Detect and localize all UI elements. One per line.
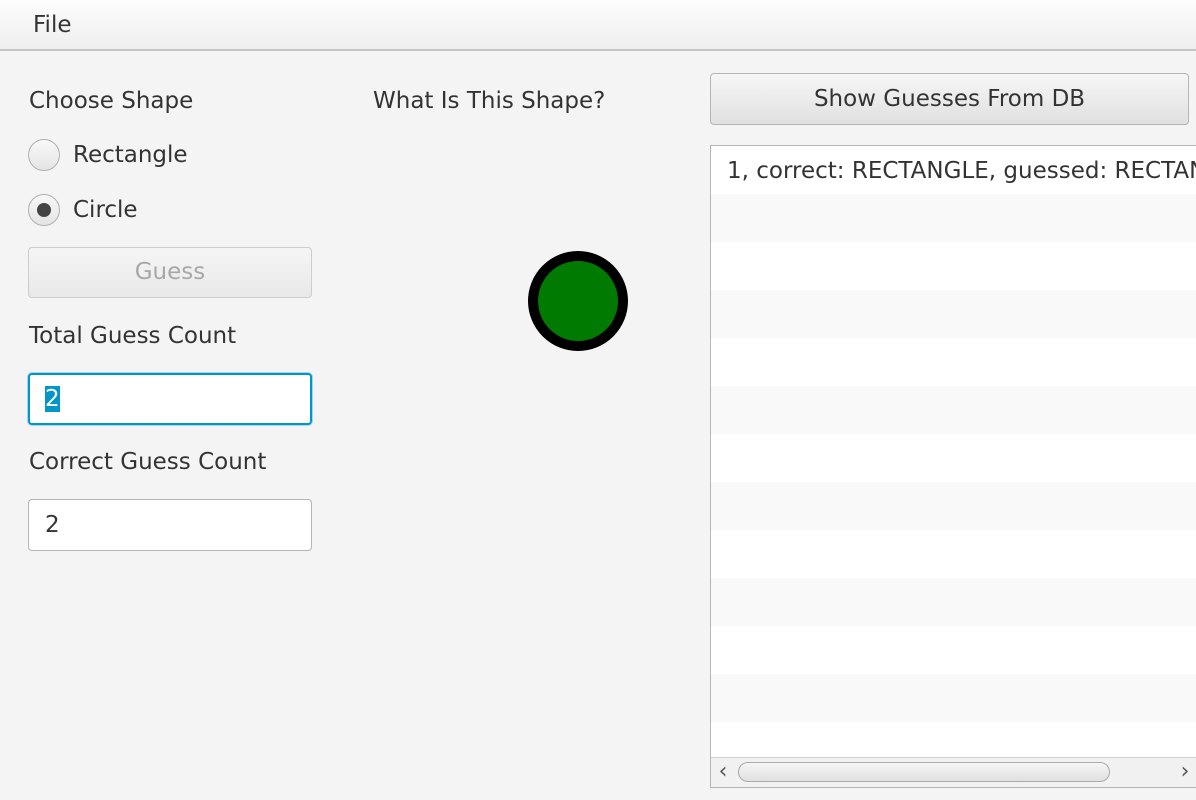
guesses-list-rows: 1, correct: RECTANGLE, guessed: RECTANGL… bbox=[711, 146, 1196, 770]
list-item[interactable] bbox=[711, 242, 1196, 290]
radio-circle[interactable]: Circle bbox=[28, 193, 138, 227]
radio-circle-label: Circle bbox=[73, 197, 138, 223]
radio-rectangle-indicator[interactable] bbox=[28, 139, 60, 171]
list-item[interactable] bbox=[711, 482, 1196, 530]
guesses-list[interactable]: 1, correct: RECTANGLE, guessed: RECTANGL… bbox=[710, 145, 1196, 788]
correct-guess-count-field[interactable]: 2 bbox=[28, 499, 312, 551]
correct-guess-count-value: 2 bbox=[45, 512, 60, 538]
choose-shape-label: Choose Shape bbox=[29, 88, 194, 114]
show-guesses-button[interactable]: Show Guesses From DB bbox=[710, 73, 1189, 125]
horizontal-scrollbar[interactable]: ‹ › bbox=[711, 757, 1196, 787]
radio-rectangle[interactable]: Rectangle bbox=[28, 138, 188, 172]
total-guess-count-label: Total Guess Count bbox=[29, 323, 237, 349]
list-item[interactable] bbox=[711, 578, 1196, 626]
list-item[interactable] bbox=[711, 386, 1196, 434]
list-item[interactable] bbox=[711, 194, 1196, 242]
list-item[interactable] bbox=[711, 626, 1196, 674]
menu-file[interactable]: File bbox=[24, 8, 81, 42]
what-is-this-shape-label: What Is This Shape? bbox=[373, 88, 606, 114]
list-item[interactable] bbox=[711, 530, 1196, 578]
radio-circle-indicator[interactable] bbox=[28, 194, 60, 226]
list-item[interactable] bbox=[711, 338, 1196, 386]
list-item[interactable] bbox=[711, 290, 1196, 338]
shape-circle bbox=[528, 251, 628, 351]
list-item[interactable] bbox=[711, 674, 1196, 722]
correct-guess-count-label: Correct Guess Count bbox=[29, 449, 267, 475]
total-guess-count-field[interactable]: 2 bbox=[28, 373, 312, 425]
guess-button[interactable]: Guess bbox=[28, 247, 312, 298]
scrollbar-thumb[interactable] bbox=[738, 762, 1110, 782]
radio-rectangle-label: Rectangle bbox=[73, 142, 188, 168]
list-item[interactable]: 1, correct: RECTANGLE, guessed: RECTANGL… bbox=[711, 146, 1196, 194]
list-item[interactable] bbox=[711, 434, 1196, 482]
scroll-right-icon[interactable]: › bbox=[1173, 758, 1196, 787]
menu-bar: File bbox=[0, 0, 1196, 51]
total-guess-count-value: 2 bbox=[45, 386, 60, 412]
scroll-left-icon[interactable]: ‹ bbox=[711, 758, 735, 787]
